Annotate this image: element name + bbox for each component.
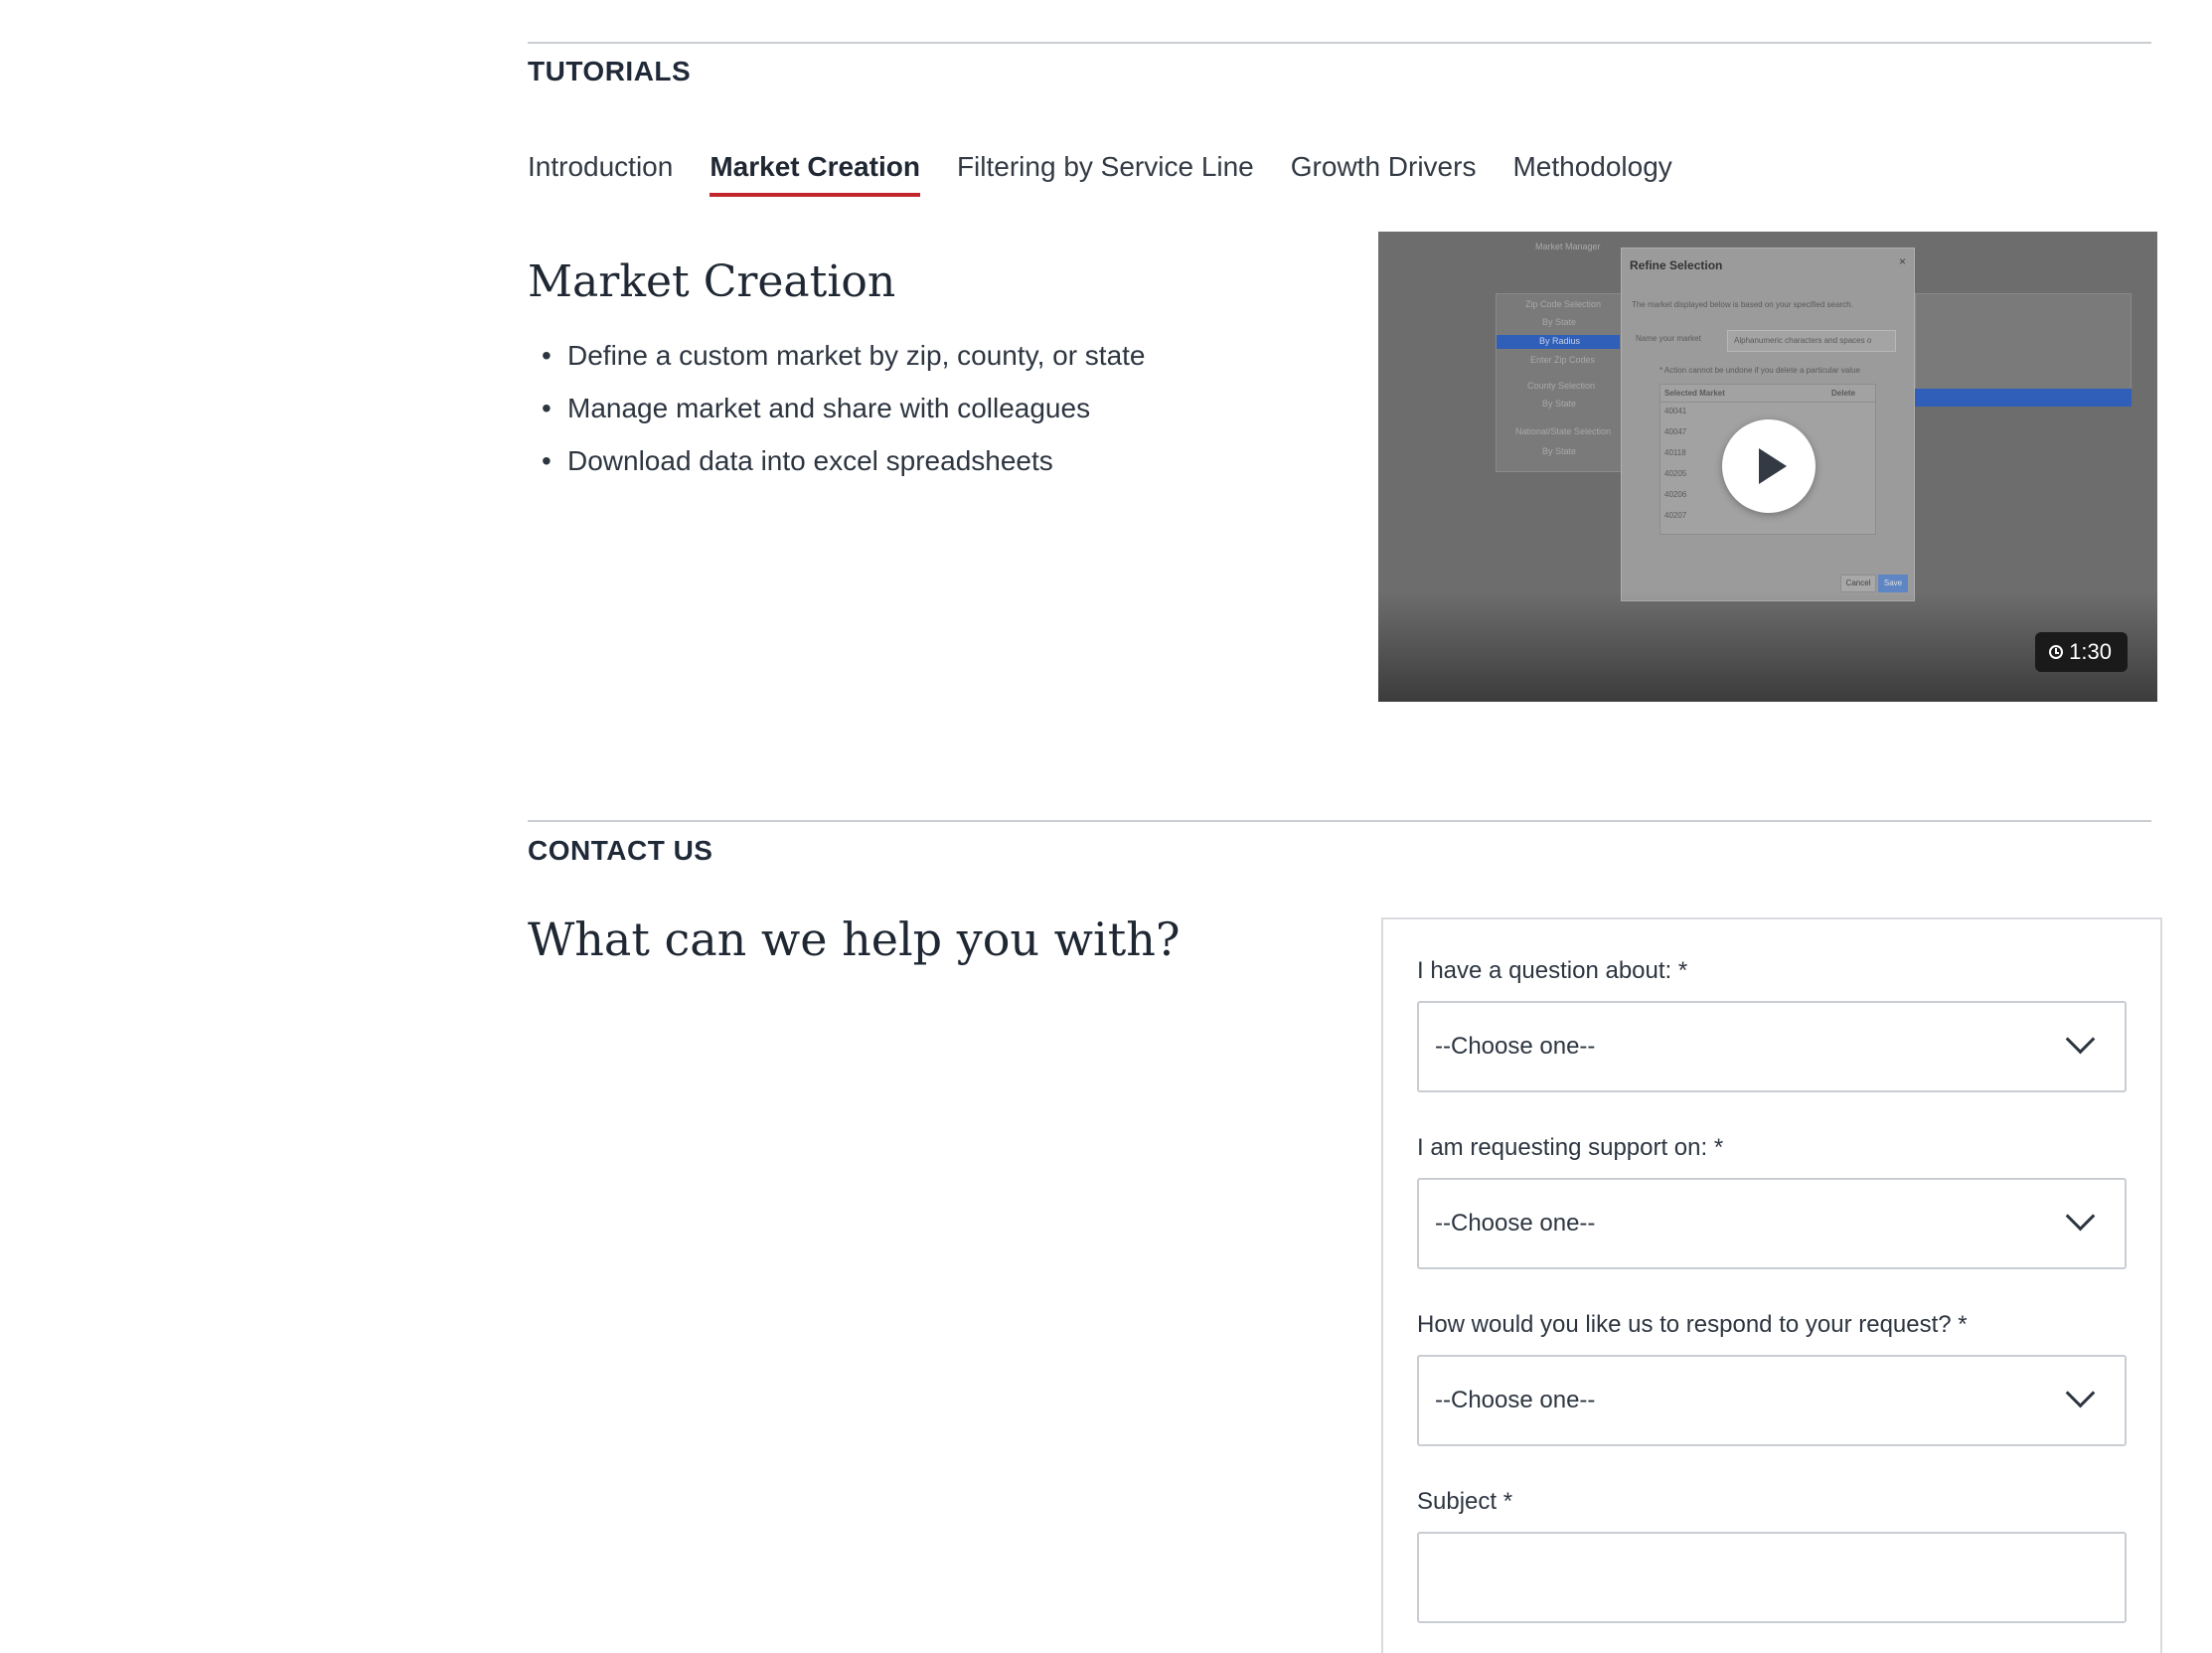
respond-method-label: How would you like us to respond to your… <box>1417 1311 1968 1338</box>
chevron-down-icon <box>2065 1378 2096 1408</box>
tutorial-tabs: Introduction Market Creation Filtering b… <box>528 147 1672 199</box>
video-table-row: 40205 <box>1664 469 1687 478</box>
video-table-header: Delete <box>1831 389 1856 398</box>
contact-divider <box>528 820 2151 822</box>
video-app-title: Market Manager <box>1535 242 1601 251</box>
respond-method-value: --Choose one-- <box>1435 1387 1596 1413</box>
video-modal-cancel: Cancel <box>1840 575 1876 592</box>
respond-method-select[interactable]: --Choose one-- <box>1417 1355 2127 1446</box>
tab-market-creation[interactable]: Market Creation <box>710 147 920 199</box>
list-item: Manage market and share with colleagues <box>542 389 1146 428</box>
video-sidebar-item: By State <box>1542 446 1577 456</box>
question-about-select[interactable]: --Choose one-- <box>1417 1001 2127 1092</box>
video-duration-badge: 1:30 <box>2035 632 2128 672</box>
question-about-value: --Choose one-- <box>1435 1033 1596 1060</box>
support-on-value: --Choose one-- <box>1435 1210 1596 1237</box>
video-sidebar-item: County Selection <box>1527 381 1596 391</box>
video-sidebar-item: By Radius <box>1539 336 1581 346</box>
video-app-bar <box>1915 389 2132 407</box>
question-about-label: I have a question about: * <box>1417 957 1688 984</box>
video-sidebar-item: By State <box>1542 317 1577 327</box>
play-icon[interactable] <box>1722 419 1816 513</box>
subject-input[interactable] <box>1417 1532 2127 1623</box>
tutorials-section-label: TUTORIALS <box>528 56 692 86</box>
video-modal-close-icon: × <box>1898 254 1906 268</box>
video-player[interactable]: Market Manager Zip Code Selection By Sta… <box>1378 232 2157 702</box>
clock-icon <box>2049 645 2064 659</box>
video-app-panel <box>1915 293 2132 391</box>
contact-section-label: CONTACT US <box>528 835 713 866</box>
tab-introduction[interactable]: Introduction <box>528 147 673 199</box>
support-on-select[interactable]: --Choose one-- <box>1417 1178 2127 1269</box>
video-table-header: Selected Market <box>1664 389 1725 398</box>
video-table-row: 40206 <box>1664 490 1687 499</box>
video-modal-title: Refine Selection <box>1630 258 1723 272</box>
video-duration: 1:30 <box>2069 639 2112 664</box>
video-modal-name-field: Alphanumeric characters and spaces o <box>1727 330 1896 352</box>
tab-filtering-by-service-line[interactable]: Filtering by Service Line <box>957 147 1254 199</box>
tutorial-title: Market Creation <box>528 256 896 307</box>
video-sidebar-item: By State <box>1542 399 1577 409</box>
tab-methodology[interactable]: Methodology <box>1512 147 1671 199</box>
video-sidebar-item: National/State Selection <box>1515 426 1612 436</box>
subject-label: Subject * <box>1417 1488 1513 1515</box>
list-item: Define a custom market by zip, county, o… <box>542 336 1146 376</box>
video-table-row: 40047 <box>1664 427 1687 436</box>
video-modal-name-label: Name your market <box>1636 334 1701 343</box>
video-table-row: 40118 <box>1664 448 1686 457</box>
video-sidebar-item: Enter Zip Codes <box>1530 355 1596 365</box>
tutorials-divider <box>528 42 2151 44</box>
video-table-row: 40041 <box>1664 407 1687 415</box>
video-modal-warning: * Action cannot be undone if you delete … <box>1659 366 1860 375</box>
support-on-label: I am requesting support on: * <box>1417 1134 1724 1161</box>
video-table-divider <box>1660 402 1875 403</box>
tutorial-bullet-list: Define a custom market by zip, county, o… <box>542 336 1146 494</box>
list-item: Download data into excel spreadsheets <box>542 441 1146 481</box>
video-table-row: 40207 <box>1664 511 1687 520</box>
video-modal-save: Save <box>1878 575 1908 592</box>
contact-heading: What can we help you with? <box>528 912 1181 966</box>
chevron-down-icon <box>2065 1201 2096 1232</box>
chevron-down-icon <box>2065 1024 2096 1055</box>
video-sidebar-item: Zip Code Selection <box>1525 299 1602 309</box>
tab-growth-drivers[interactable]: Growth Drivers <box>1291 147 1477 199</box>
video-modal-name-placeholder: Alphanumeric characters and spaces o <box>1734 336 1872 345</box>
video-modal-intro: The market displayed below is based on y… <box>1632 300 1853 309</box>
